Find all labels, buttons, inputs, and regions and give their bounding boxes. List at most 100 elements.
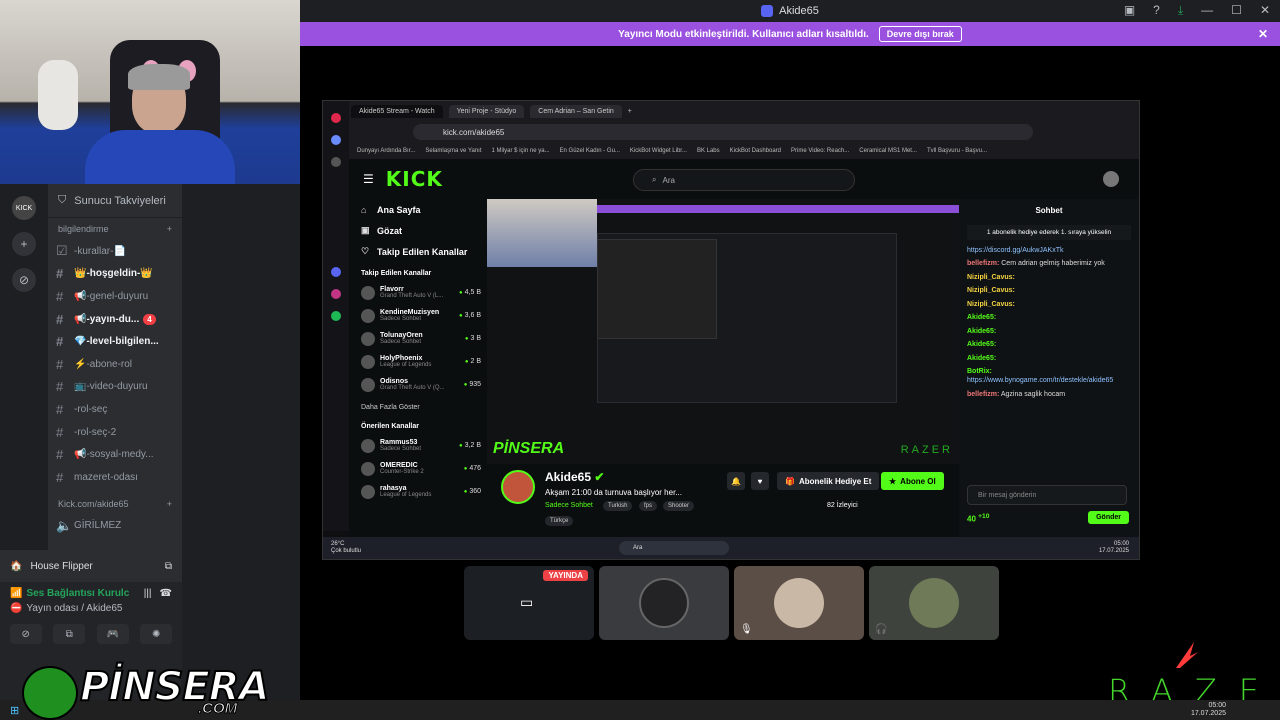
new-tab-icon[interactable]: + [628,108,632,115]
search-input[interactable]: ⌕ Ara [633,169,855,191]
server-boosts[interactable]: ⛉ Sunucu Takviyeleri [48,184,182,218]
tag[interactable]: Türkçe [545,516,574,526]
streamer-avatar[interactable] [501,470,535,504]
streamer-name[interactable]: Akide65 ✔ [545,470,604,484]
stream-settings-icon[interactable]: ⧉ [165,561,172,572]
channel-item[interactable]: # -rol-seç [48,398,182,421]
chat-username[interactable]: Akide65: [967,314,996,321]
nav-browse[interactable]: ▣ Gözat [349,220,487,241]
voice-channel[interactable]: 🔈 GİRİLMEZ [48,515,182,538]
voice-status[interactable]: Ses Bağlantısı Kurulc [26,588,129,599]
participant-tile-2[interactable] [599,566,729,640]
inbox-icon[interactable]: ▣ [1124,3,1135,18]
participant-tile-4[interactable]: 🎧 [869,566,999,640]
minimize-button[interactable]: — [1201,3,1213,18]
channel-item[interactable]: # 📢-genel-duyuru [48,285,182,308]
gift-sub-button[interactable]: 🎁 Abonelik Hediye Et [777,472,880,490]
show-more-link[interactable]: Daha Fazla Göster [349,396,487,415]
heart-icon[interactable]: ♥ [751,472,769,490]
chat-username[interactable]: Akide65: [967,328,996,335]
start-icon[interactable]: ⊞ [10,704,19,717]
channel-item[interactable]: # ⚡-abone-rol [48,353,182,376]
noise-icon[interactable]: ||| [144,588,152,599]
channel-item[interactable]: # 💎-level-bilgilen... [48,330,182,353]
browser-tab[interactable]: Cem Adrian – San Getin [530,104,622,118]
instagram-icon[interactable] [331,289,341,299]
chat-username[interactable]: BotRix: [967,368,992,375]
bookmark-item[interactable]: BK Labs [697,148,720,154]
nav-home[interactable]: ⌂ Ana Sayfa [349,199,487,220]
kick-logo[interactable]: KICK [386,167,443,191]
bookmark-item[interactable]: 1 Milyar $ için ne ya... [492,148,550,154]
chat-username[interactable]: Nizipli_Cavus: [967,274,1015,281]
taskbar-search[interactable]: Ara [619,541,730,555]
chat-points[interactable]: 40 +10 [967,513,989,524]
close-banner-icon[interactable]: ✕ [1258,27,1268,41]
channel-row[interactable]: FlavorrGrand Theft Auto V (L... 4,5 B [349,281,487,304]
channel-item[interactable]: # mazeret-odası [48,466,182,489]
bookmark-item[interactable]: Ceramical MS1 Met... [859,148,917,154]
add-channel-icon[interactable]: + [167,499,172,509]
channel-row[interactable]: OMEREDICCounter-Strike 2 476 [349,457,487,480]
channel-item[interactable]: ☑ -kurallar-📄 [48,240,182,263]
home-icon[interactable] [331,135,341,145]
user-avatar[interactable] [1103,171,1119,187]
spotify-icon[interactable] [331,311,341,321]
camera-off-icon[interactable]: ⊘ [9,624,42,644]
maximize-button[interactable]: ☐ [1231,3,1242,18]
bookmark-item[interactable]: Selamlaşma ve Yanıt [425,148,481,154]
tag[interactable]: Turkish [603,501,633,511]
explore-icon[interactable]: ⊘ [12,268,36,292]
screen-share-icon[interactable]: ⧉ [53,624,86,644]
subscribe-button[interactable]: ★ Abone Ol [881,472,944,490]
star-icon[interactable] [331,157,341,167]
browser-tab[interactable]: Yeni Proje - Stüdyo [448,104,525,118]
channel-row[interactable]: Rammus53Sadece Sohbet 3,2 B [349,434,487,457]
bookmark-item[interactable]: Dunyayı Ardında Bır... [357,148,415,154]
channel-row[interactable]: TolunayOrenSadece Sohbet 3 B [349,327,487,350]
server-icon-kick[interactable]: KICK [12,196,36,220]
chat-username[interactable]: Akide65: [967,341,996,348]
chat-username[interactable]: Nizipli_Cavus: [967,287,1015,294]
category-info[interactable]: bilgilendirme + [48,218,182,240]
bookmark-item[interactable]: Prime Video: Reach... [791,148,849,154]
add-server-icon[interactable]: + [12,232,36,256]
participant-tile-stream[interactable]: YAYINDA ▭ [464,566,594,640]
opera-icon[interactable] [331,113,341,123]
bookmark-item[interactable]: KickBot Dashboard [730,148,781,154]
bookmark-item[interactable]: Tvll Başvuru - Başvu... [927,148,987,154]
channel-row[interactable]: KendineMuzisyenSadece Sohbet 3,6 B [349,304,487,327]
chat-username[interactable]: Akide65: [967,355,996,362]
chat-username[interactable]: bellefizm: [967,391,999,398]
category-kick[interactable]: Kick.com/akide65 + [48,493,182,515]
channel-item[interactable]: # -rol-seç-2 [48,421,182,444]
disable-streamer-mode-button[interactable]: Devre dışı bırak [878,26,962,42]
soundboard-icon[interactable]: ✺ [140,624,173,644]
channel-row[interactable]: OdisnosGrand Theft Auto V (Q... 935 [349,373,487,396]
bookmark-item[interactable]: KickBot Widget Libr... [630,148,687,154]
help-icon[interactable]: ? [1153,3,1160,18]
send-button[interactable]: Gönder [1088,511,1129,524]
stream-category[interactable]: Sadece Sohbet [545,502,593,509]
channel-item[interactable]: # 📢-sosyal-medy... [48,443,182,466]
channel-item[interactable]: # 👑-hoşgeldin-👑 [48,263,182,286]
bell-icon[interactable]: 🔔 [727,472,745,490]
chat-username[interactable]: bellefizm: [967,260,999,267]
bookmark-item[interactable]: En Güzel Kadın - Gu... [560,148,620,154]
channel-item[interactable]: # 📺-video-duyuru [48,376,182,399]
chat-username[interactable]: Nizipli_Cavus: [967,301,1015,308]
tag[interactable]: Shooter [663,501,695,511]
activity-icon[interactable]: 🎮 [96,624,129,644]
chat-input[interactable]: Bir mesaj gönderin [967,485,1127,505]
tag[interactable]: fps [639,501,658,511]
menu-icon[interactable]: ☰ [363,172,374,186]
add-channel-icon[interactable]: + [167,224,172,234]
url-field[interactable]: kick.com/akide65 [413,124,1033,140]
download-icon[interactable]: ⤓ [1178,3,1183,18]
participant-tile-3[interactable]: 🎙 [734,566,864,640]
close-window-button[interactable]: ✕ [1260,3,1270,18]
discord-side-icon[interactable] [331,267,341,277]
channel-row[interactable]: rahasyaLeague of Legends 360 [349,480,487,503]
channel-item[interactable]: # 📢-yayın-du... 4 [48,308,182,331]
channel-row[interactable]: HolyPhoenixLeague of Legends 2 B [349,350,487,373]
